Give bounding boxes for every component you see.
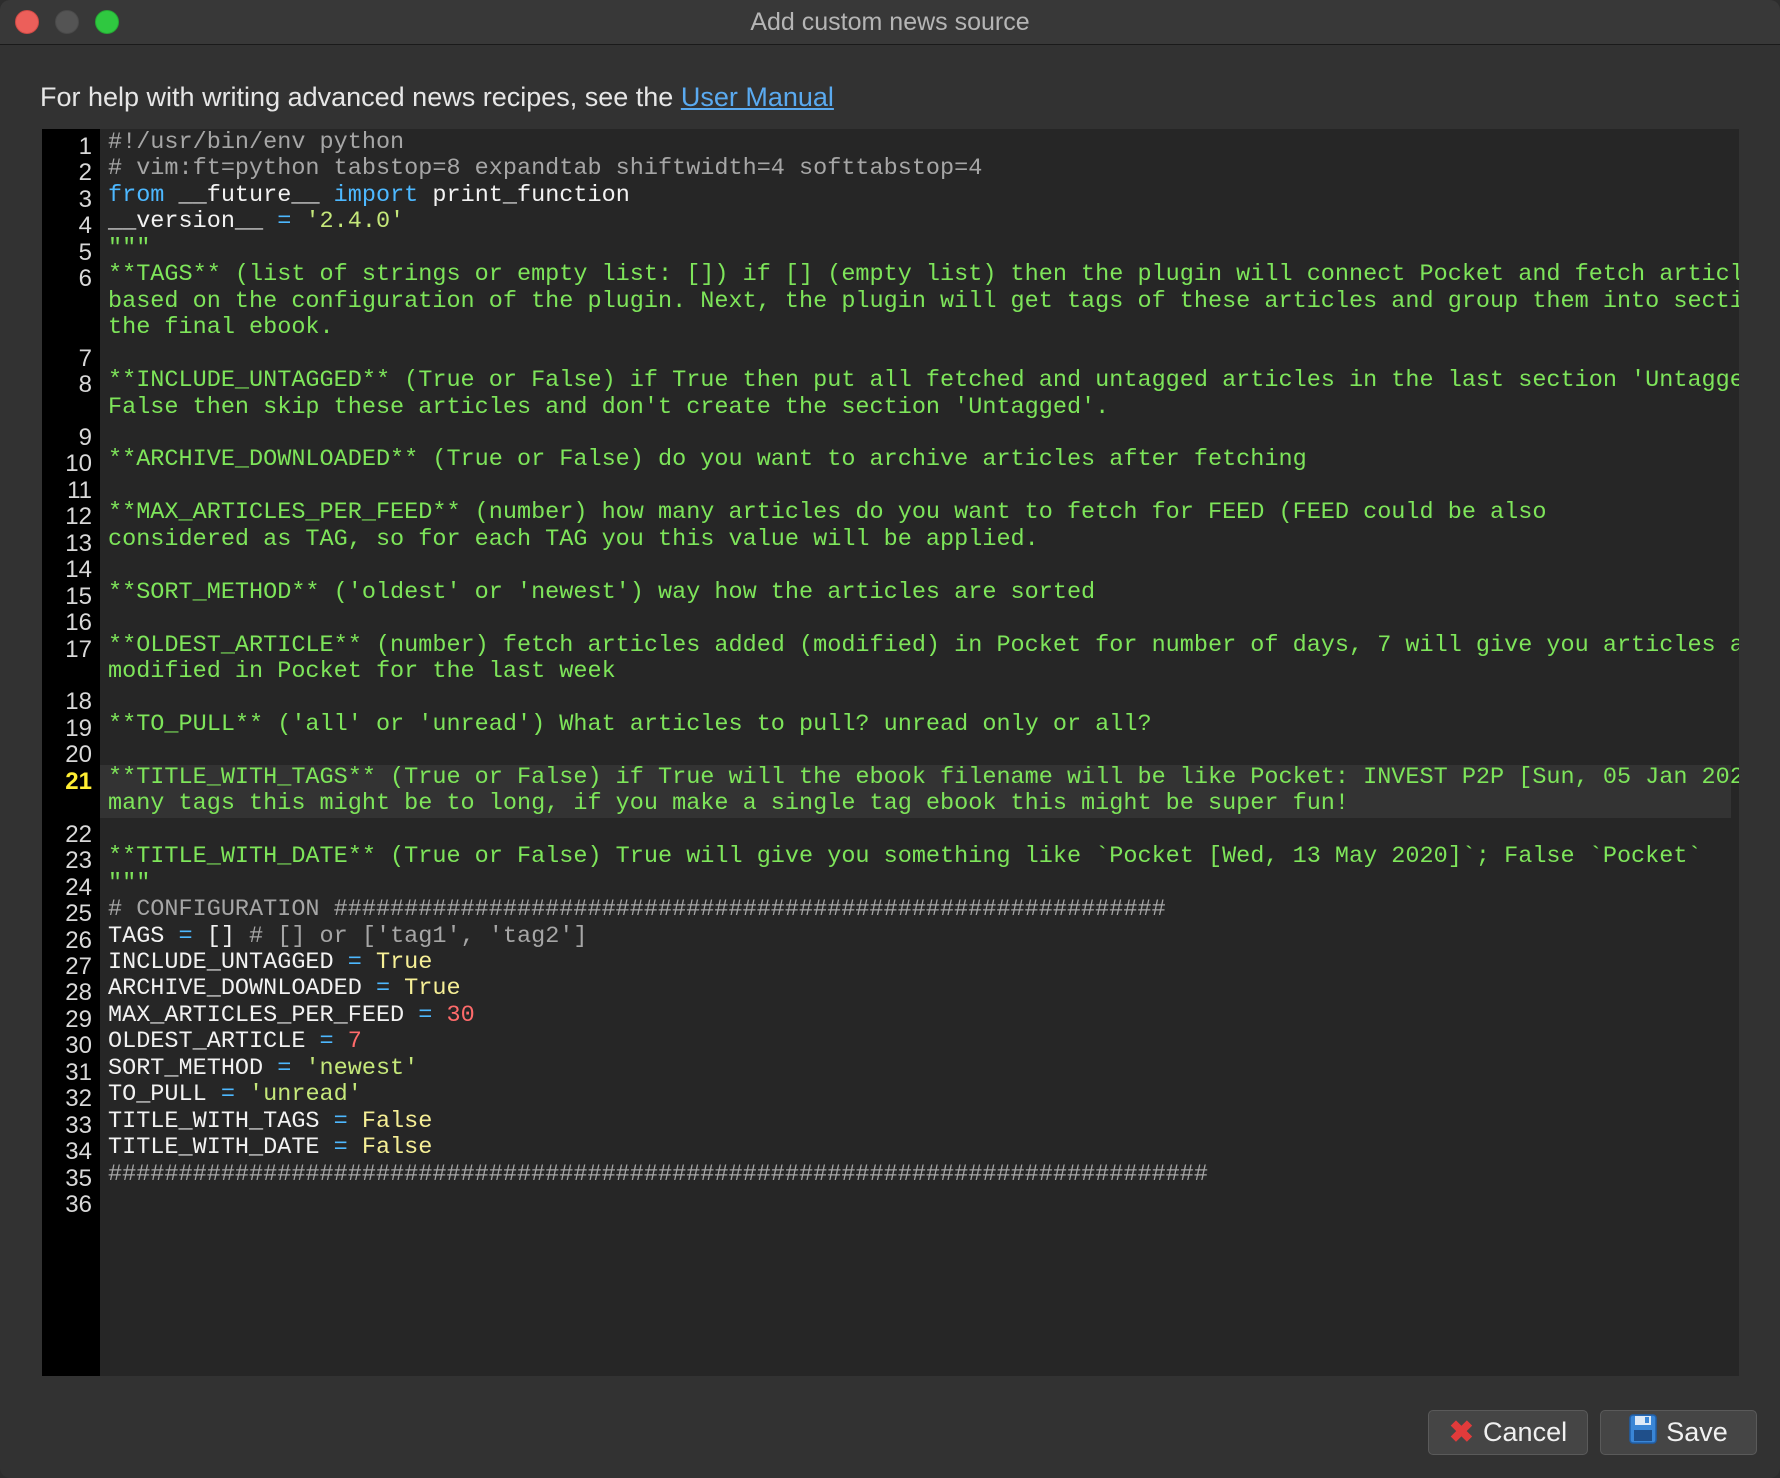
code-token-comment: # [] or ['tag1', 'tag2'] xyxy=(249,922,588,950)
code-token-default: TO_PULL xyxy=(108,1081,221,1109)
code-token-constant: True xyxy=(361,948,433,976)
code-token-docstring: **ARCHIVE_DOWNLOADED** (True or False) d… xyxy=(108,446,1307,474)
code-token-operator: = xyxy=(178,922,193,950)
save-button-label: Save xyxy=(1666,1417,1728,1447)
code-token-docstring: """ xyxy=(108,234,151,262)
cancel-x-icon: ✖ xyxy=(1448,1415,1475,1449)
code-token-default: TITLE_WITH_TAGS xyxy=(108,1107,334,1135)
cancel-button[interactable]: ✖ Cancel xyxy=(1428,1410,1588,1455)
code-token-default: TAGS xyxy=(108,922,179,950)
save-button[interactable]: Save xyxy=(1600,1410,1757,1455)
code-token-docstring: """ xyxy=(108,869,151,897)
code-token-keyword: import xyxy=(333,181,419,209)
code-token-constant: True xyxy=(390,975,461,1003)
code-token-docstring: **TITLE_WITH_DATE** (True or False) True… xyxy=(108,843,1702,871)
code-token-default: print_function xyxy=(418,181,630,209)
code-token-docstring: False then skip these articles and don't… xyxy=(108,393,1110,421)
code-token-default: OLDEST_ARTICLE xyxy=(108,1028,320,1056)
code-token-docstring: many tags this might be to long, if you … xyxy=(108,790,1350,818)
code-token-docstring: **INCLUDE_UNTAGGED** (True or False) if … xyxy=(108,367,1739,395)
floppy-disk-icon xyxy=(1629,1414,1657,1451)
user-manual-link[interactable]: User Manual xyxy=(681,82,834,112)
code-token-operator: = xyxy=(319,1028,334,1056)
code-token-default: MAX_ARTICLES_PER_FEED xyxy=(108,1001,419,1029)
code-token-operator: = xyxy=(277,1054,292,1082)
code-token-docstring: **SORT_METHOD** ('oldest' or 'newest') w… xyxy=(108,578,1096,606)
code-token-operator: = xyxy=(418,1001,433,1029)
cancel-button-label: Cancel xyxy=(1483,1417,1568,1447)
line-number: 36 xyxy=(65,1191,92,1218)
code-token-default: [] xyxy=(192,922,250,950)
code-token-docstring: the final ebook. xyxy=(108,314,334,342)
help-text-row: For help with writing advanced news reci… xyxy=(40,82,834,113)
code-token-operator: = xyxy=(347,948,362,976)
code-token-string: 'newest' xyxy=(291,1054,419,1082)
code-token-default: __version__ xyxy=(108,208,278,236)
code-token-docstring: **MAX_ARTICLES_PER_FEED** (number) how m… xyxy=(108,499,1547,527)
title-bar: Add custom news source xyxy=(0,0,1780,45)
code-token-keyword: from xyxy=(108,181,165,209)
code-token-docstring: **TAGS** (list of strings or empty list:… xyxy=(108,261,1739,289)
code-token-string: '2.4.0' xyxy=(291,208,405,236)
dialog-window: Add custom news source For help with wri… xyxy=(0,0,1780,1478)
code-token-docstring: **TO_PULL** ('all' or 'unread') What art… xyxy=(108,710,1152,738)
code-token-operator: = xyxy=(220,1081,235,1109)
code-token-default: TITLE_WITH_DATE xyxy=(108,1134,334,1162)
window-title: Add custom news source xyxy=(750,8,1030,36)
help-text: For help with writing advanced news reci… xyxy=(40,82,681,112)
code-token-docstring: **OLDEST_ARTICLE** (number) fetch articl… xyxy=(108,631,1739,659)
code-token-string: 'unread' xyxy=(234,1081,362,1109)
code-token-default: ARCHIVE_DOWNLOADED xyxy=(108,975,376,1003)
code-token-docstring: based on the configuration of the plugin… xyxy=(108,287,1739,315)
code-token-default: __future__ xyxy=(164,181,334,209)
code-text-area[interactable]: 1 #!/usr/bin/env python 2 # vim:ft=python t… xyxy=(42,129,1739,1376)
code-line[interactable]: 36 xyxy=(42,1186,1739,1218)
code-token-constant: False xyxy=(347,1107,433,1135)
code-token-default: SORT_METHOD xyxy=(108,1054,278,1082)
code-token-comment: #!/usr/bin/env python xyxy=(108,129,405,156)
code-token-number: 30 xyxy=(432,1001,475,1029)
code-token-operator: = xyxy=(333,1107,348,1135)
code-token-number: 7 xyxy=(333,1028,362,1056)
code-token-comment: # CONFIGURATION ########################… xyxy=(108,896,1166,924)
code-token-comment: # vim:ft=python tabstop=8 expandtab shif… xyxy=(108,155,983,183)
code-token-comment: ########################################… xyxy=(108,1160,1208,1188)
code-token-docstring: considered as TAG, so for each TAG you t… xyxy=(108,525,1039,553)
code-token-docstring: modified in Pocket for the last week xyxy=(108,658,616,685)
code-editor[interactable]: 1 #!/usr/bin/env python 2 # vim:ft=python t… xyxy=(42,129,1739,1376)
code-token-operator: = xyxy=(375,975,391,1003)
code-token-operator: = xyxy=(333,1134,348,1162)
code-token-constant: False xyxy=(347,1134,433,1162)
code-token-operator: = xyxy=(277,208,292,236)
code-token-default: INCLUDE_UNTAGGED xyxy=(108,948,348,976)
code-token-docstring: **TITLE_WITH_TAGS** (True or False) if T… xyxy=(108,763,1739,791)
